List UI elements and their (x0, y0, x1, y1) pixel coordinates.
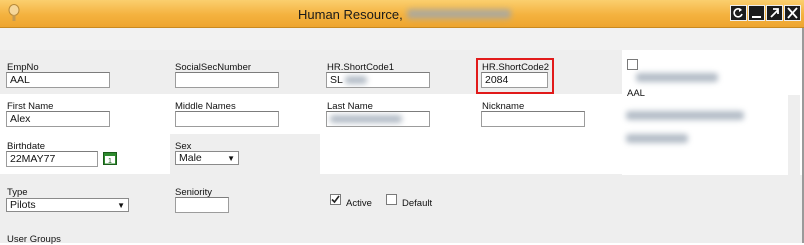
redacted-name (407, 9, 511, 19)
birthdate-field[interactable]: 22MAY77 (6, 151, 98, 167)
nickname-field[interactable] (481, 111, 585, 127)
empty-band (320, 134, 622, 174)
user-groups-label: User Groups (7, 234, 61, 245)
short-code1-field[interactable]: SL (326, 72, 430, 88)
redacted-side-name (636, 73, 718, 82)
calendar-icon[interactable]: 1 (103, 152, 117, 165)
dropdown-arrow-icon: ▼ (117, 201, 125, 210)
close-button[interactable] (784, 5, 801, 21)
redacted-side-email (626, 111, 744, 120)
first-name-field[interactable]: Alex (6, 111, 110, 127)
svg-text:1: 1 (108, 158, 112, 165)
active-checkbox[interactable] (330, 194, 341, 205)
refresh-icon (733, 8, 743, 18)
redacted-last-name (330, 115, 402, 124)
side-panel-footer (622, 175, 802, 243)
popout-arrow-icon (770, 8, 779, 18)
side-panel-edge (788, 95, 800, 175)
short-code2-field[interactable]: 2084 (481, 72, 548, 88)
sex-value: Male (179, 152, 202, 164)
side-code: AAL (627, 88, 645, 99)
middle-names-field[interactable] (175, 111, 279, 127)
default-checkbox[interactable] (386, 194, 397, 205)
dropdown-arrow-icon: ▼ (227, 154, 235, 163)
social-sec-field[interactable] (175, 72, 279, 88)
last-name-field[interactable] (326, 111, 430, 127)
help-button[interactable] (730, 5, 747, 21)
popout-button[interactable] (766, 5, 783, 21)
user-icon (8, 4, 20, 21)
redacted-code (345, 76, 368, 85)
close-icon (787, 7, 798, 19)
sex-select[interactable]: Male ▼ (175, 151, 239, 165)
checkmark-icon (331, 195, 340, 204)
minimize-button[interactable] (748, 5, 765, 21)
type-value: Pilots (10, 199, 36, 211)
empno-field[interactable]: AAL (6, 72, 110, 88)
active-label: Active (346, 198, 372, 209)
type-select[interactable]: Pilots ▼ (6, 198, 129, 212)
seniority-field[interactable] (175, 197, 229, 213)
short-code1-value: SL (330, 74, 343, 86)
side-checkbox[interactable] (627, 59, 638, 70)
window-title: Human Resource, (298, 7, 403, 22)
type-label: Type (7, 187, 28, 198)
redacted-side-phone (626, 134, 688, 143)
toolbar-strip (0, 28, 804, 51)
minimize-icon (752, 16, 761, 18)
default-label: Default (402, 198, 433, 209)
window-title-bar: Human Resource, (0, 0, 804, 28)
